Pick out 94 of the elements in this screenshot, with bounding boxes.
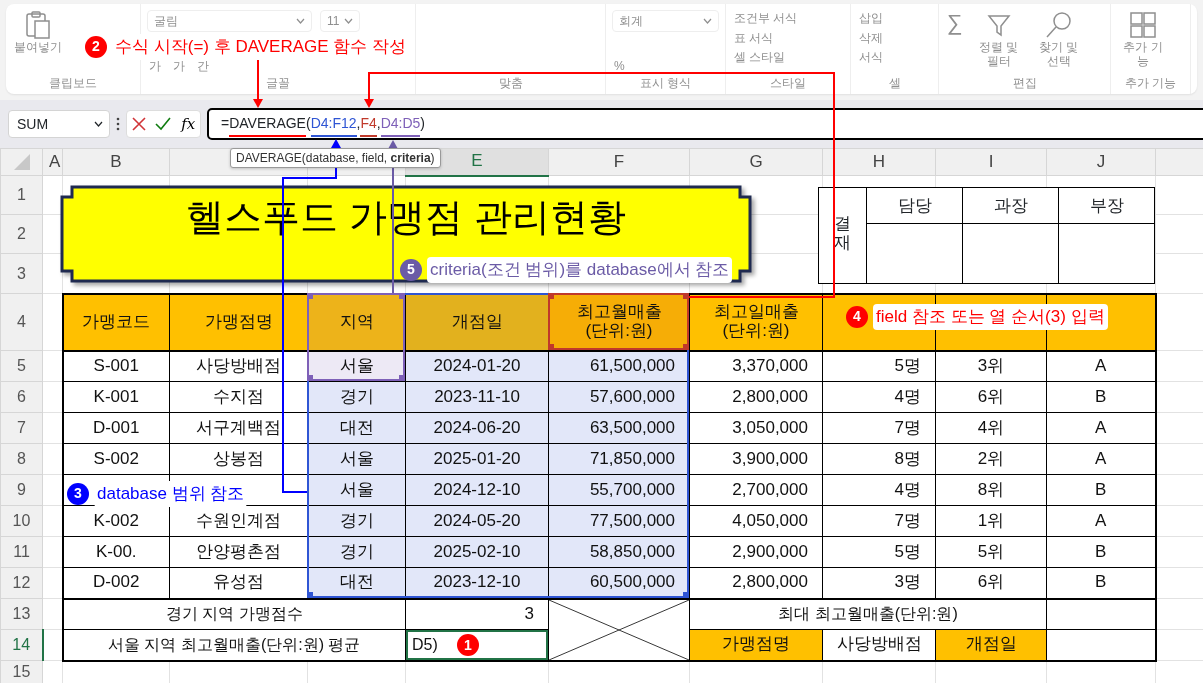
- approval-role: 담당: [866, 187, 963, 224]
- table-cell: 7명: [822, 505, 936, 537]
- table-cell: 경기: [307, 536, 406, 568]
- table-cell: D-001: [62, 412, 170, 444]
- table-cell: K-002: [62, 505, 170, 537]
- table-cell: 7명: [822, 412, 936, 444]
- table-cell: 서울 지역 최고월매출(단위:원) 평균: [62, 629, 406, 661]
- table-cell: 경기: [307, 505, 406, 537]
- table-cell: 4,050,000: [689, 505, 823, 537]
- callout-label: database 범위 참조: [94, 481, 248, 507]
- table-cell: A: [1046, 412, 1156, 444]
- table-cell: 최대 최고월매출(단위:원): [689, 598, 1047, 630]
- table-cell: 3,370,000: [689, 350, 823, 382]
- callout-label: field 참조 또는 열 순서(3) 입력: [873, 304, 1108, 330]
- table-cell: 서울: [307, 474, 406, 506]
- group-label: 클립보드: [48, 75, 98, 92]
- table-cell: 5위: [935, 536, 1047, 568]
- table-cell: S-001: [62, 350, 170, 382]
- table-cell: 6위: [935, 567, 1047, 599]
- table-cell: 유성점: [169, 567, 308, 599]
- table-cell: 2위: [935, 443, 1047, 475]
- group-label: 맞춤: [497, 75, 524, 92]
- group-label: 편집: [1011, 75, 1038, 92]
- table-cell: 경기 지역 가맹점수: [62, 598, 406, 630]
- table-cell: 2,900,000: [689, 536, 823, 568]
- table-cell: 수지점: [169, 381, 308, 413]
- header-cell: 지역: [307, 293, 406, 351]
- table-cell: 사당방배점: [822, 629, 936, 661]
- table-cell: D-002: [62, 567, 170, 599]
- table-cell: 2025-01-20: [405, 443, 549, 475]
- table-cell: K-00.: [62, 536, 170, 568]
- table-cell: B: [1046, 381, 1156, 413]
- table-cell: 58,850,000: [548, 536, 690, 568]
- header-cell: 가맹점명: [169, 293, 308, 351]
- table-cell: 3위: [935, 350, 1047, 382]
- approval-label: 결재: [818, 187, 867, 284]
- table-cell: 2,800,000: [689, 567, 823, 599]
- table-cell: 5명: [822, 350, 936, 382]
- table-cell: A: [1046, 443, 1156, 475]
- table-cell: 71,850,000: [548, 443, 690, 475]
- group-label: 추가 기능: [1123, 75, 1178, 92]
- header-cell: 가맹점명: [689, 629, 823, 661]
- table-cell: 5명: [822, 536, 936, 568]
- table-cell: 61,500,000: [548, 350, 690, 382]
- table-cell: B: [1046, 536, 1156, 568]
- table-cell: 8명: [822, 443, 936, 475]
- table-cell: A: [1046, 350, 1156, 382]
- table-cell: A: [1046, 505, 1156, 537]
- table-cell: 2024-06-20: [405, 412, 549, 444]
- table-cell: 2024-12-10: [405, 474, 549, 506]
- table-cell: S-002: [62, 443, 170, 475]
- table-cell: 2,800,000: [689, 381, 823, 413]
- table-cell: 수원인계점: [169, 505, 308, 537]
- group-label: 스타일: [769, 75, 807, 92]
- table-cell: 2023-11-10: [405, 381, 549, 413]
- table-cell: 서구계백점: [169, 412, 308, 444]
- header-cell: 개점일: [405, 293, 549, 351]
- table-cell: 55,700,000: [548, 474, 690, 506]
- table-cell: 8위: [935, 474, 1047, 506]
- table-cell: 4명: [822, 381, 936, 413]
- header-cell: 개점일: [935, 629, 1047, 661]
- table-cell: 2024-01-20: [405, 350, 549, 382]
- table-cell: 3,050,000: [689, 412, 823, 444]
- header-cell: 최고일매출 (단위:원): [689, 293, 823, 351]
- group-label: 글꼴: [265, 75, 291, 92]
- group-label: 표시 형식: [638, 75, 693, 92]
- function-tooltip: DAVERAGE(database, field, criteria): [230, 148, 441, 168]
- table-cell: 2,700,000: [689, 474, 823, 506]
- table-cell: 2024-05-20: [405, 505, 549, 537]
- table-cell: B: [1046, 474, 1156, 506]
- approval-role: 부장: [1058, 187, 1155, 224]
- callout-label: criteria(조건 범위)를 database에서 참조: [427, 257, 733, 283]
- table-cell: 안양평촌점: [169, 536, 308, 568]
- table-cell: 4위: [935, 412, 1047, 444]
- table-cell: 2025-02-10: [405, 536, 549, 568]
- table-cell: 3명: [822, 567, 936, 599]
- table-cell: 57,600,000: [548, 381, 690, 413]
- table-cell: 사당방배점: [169, 350, 308, 382]
- header-cell: 가맹코드: [62, 293, 170, 351]
- table-cell: 1위: [935, 505, 1047, 537]
- table-cell: K-001: [62, 381, 170, 413]
- table-cell: 77,500,000: [548, 505, 690, 537]
- table-cell: 6위: [935, 381, 1047, 413]
- table-cell: 경기: [307, 381, 406, 413]
- table-cell: 63,500,000: [548, 412, 690, 444]
- table-cell: 3: [405, 598, 549, 630]
- table-cell: B: [1046, 567, 1156, 599]
- table-cell: 서울: [307, 443, 406, 475]
- table-cell: 4명: [822, 474, 936, 506]
- table-cell: 대전: [307, 412, 406, 444]
- table-cell: 3,900,000: [689, 443, 823, 475]
- table-cell: 상봉점: [169, 443, 308, 475]
- approval-role: 과장: [962, 187, 1059, 224]
- group-label: 셀: [887, 75, 902, 92]
